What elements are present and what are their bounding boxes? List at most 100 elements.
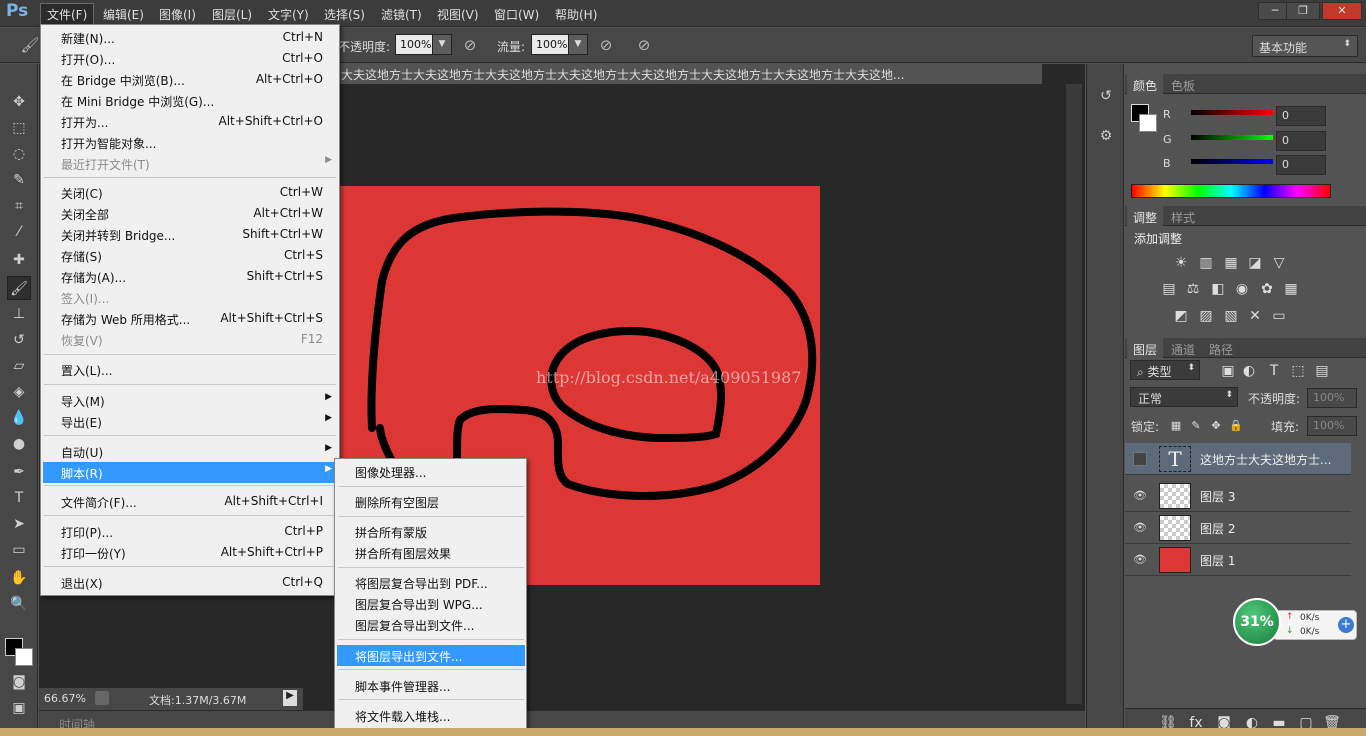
eyedropper-tool-icon[interactable]: ⁄ — [7, 220, 31, 244]
eye-icon[interactable]: 👁 — [1133, 489, 1147, 503]
lasso-tool-icon[interactable]: ◌ — [7, 142, 31, 166]
blur-tool-icon[interactable]: 💧 — [7, 406, 31, 430]
curves-icon[interactable]: ▦ — [1222, 254, 1240, 272]
photo-filter-icon[interactable]: ◉ — [1233, 280, 1251, 298]
background-color-swatch[interactable] — [15, 648, 33, 666]
marquee-tool-icon[interactable]: ⬚ — [7, 116, 31, 140]
eye-icon[interactable]: 👁 — [1133, 553, 1147, 567]
menu-window[interactable]: 窗口(W) — [488, 4, 545, 24]
file-menu-item[interactable]: 关闭(C) Ctrl+W — [43, 182, 338, 203]
pen-tool-icon[interactable]: ✒ — [7, 460, 31, 484]
file-menu-item[interactable]: 打印一份(Y) Alt+Shift+Ctrl+P — [43, 542, 338, 563]
layer-row[interactable]: 👁 图层 2 — [1125, 512, 1351, 544]
flow-input[interactable]: 100% — [531, 34, 569, 55]
opacity-dropdown-icon[interactable]: ▼ — [432, 34, 452, 55]
filter-adjustment-icon[interactable]: ◐ — [1240, 362, 1258, 380]
plus-icon[interactable]: + — [1338, 617, 1354, 633]
file-menu-item[interactable]: 打印(P)... Ctrl+P — [43, 521, 338, 542]
document-tab[interactable]: 大夫这地方士大夫这地方士大夫这地方士大夫这地方士大夫这地方士大夫这地方士大夫这地… — [339, 64, 1043, 84]
color-spectrum[interactable] — [1131, 184, 1331, 198]
gradient-map-icon[interactable]: ▭ — [1270, 307, 1288, 325]
tab-swatches[interactable]: 色板 — [1165, 76, 1201, 95]
hand-tool-icon[interactable]: ✋ — [7, 566, 31, 590]
paint-bucket-tool-icon[interactable]: ◈ — [7, 380, 31, 404]
color-lookup-icon[interactable]: ▦ — [1282, 280, 1300, 298]
invert-icon[interactable]: ◩ — [1172, 307, 1190, 325]
dodge-tool-icon[interactable]: ● — [7, 432, 31, 456]
properties-panel-icon[interactable]: ⚙ — [1096, 128, 1116, 148]
crop-tool-icon[interactable]: ⌗ — [7, 194, 31, 218]
file-menu-item[interactable]: 存储为 Web 所用格式... Alt+Shift+Ctrl+S — [43, 308, 338, 329]
doc-info-icon[interactable] — [95, 691, 109, 705]
green-slider[interactable]: G 0 — [1133, 131, 1363, 153]
menu-layer[interactable]: 图层(L) — [206, 4, 258, 24]
vertical-scrollbar[interactable] — [1066, 84, 1082, 704]
healing-tool-icon[interactable]: ✚ — [7, 248, 31, 272]
script-menu-item[interactable]: 图层复合导出到文件... — [337, 614, 525, 635]
tab-styles[interactable]: 样式 — [1165, 208, 1201, 227]
file-menu-item[interactable]: 退出(X) Ctrl+Q — [43, 572, 338, 593]
lock-transparency-icon[interactable]: ▦ — [1167, 417, 1185, 435]
restore-button[interactable]: ❐ — [1286, 2, 1320, 20]
workspace-select[interactable]: 基本功能 ⬍ — [1252, 35, 1358, 57]
blend-mode-select[interactable]: 正常 ⬍ — [1130, 387, 1238, 407]
green-value[interactable]: 0 — [1276, 131, 1326, 151]
type-tool-icon[interactable]: T — [7, 486, 31, 510]
layer-visibility-toggle[interactable] — [1133, 452, 1147, 466]
menu-view[interactable]: 视图(V) — [431, 4, 485, 24]
tab-color[interactable]: 颜色 — [1127, 74, 1164, 94]
script-menu-item[interactable]: 脚本事件管理器... — [337, 675, 525, 696]
filter-pixel-icon[interactable]: ▣ — [1219, 362, 1237, 380]
lock-position-icon[interactable]: ✥ — [1207, 417, 1225, 435]
file-menu-item[interactable]: 签入(I)... — [43, 287, 338, 308]
file-menu-item[interactable]: 最近打开文件(T) ▶ — [43, 153, 338, 174]
black-white-icon[interactable]: ◧ — [1209, 280, 1227, 298]
file-menu-item[interactable]: 置入(L)... — [43, 359, 338, 380]
status-arrow-icon[interactable]: ▶ — [283, 690, 297, 706]
opacity-input[interactable]: 100% — [395, 34, 433, 55]
selective-color-icon[interactable]: ✕ — [1246, 307, 1264, 325]
path-select-tool-icon[interactable]: ➤ — [7, 512, 31, 536]
brightness-icon[interactable]: ☀ — [1172, 254, 1190, 272]
red-slider[interactable]: R 0 — [1133, 106, 1363, 128]
tab-channels[interactable]: 通道 — [1165, 340, 1201, 359]
close-button[interactable]: ✕ — [1322, 2, 1362, 20]
file-menu-item[interactable]: 恢复(V) F12 — [43, 329, 338, 350]
pressure-opacity-icon[interactable]: ⊘ — [460, 36, 480, 56]
layer-row[interactable]: T 这地方士大夫这地方士... — [1125, 443, 1351, 475]
network-speed-widget[interactable]: ↑ 0K/s ↓ 0K/s + 31% — [1233, 598, 1359, 646]
file-menu-item[interactable]: 存储为(A)... Shift+Ctrl+S — [43, 266, 338, 287]
script-menu-item[interactable]: 将图层导出到文件... — [337, 645, 525, 666]
levels-icon[interactable]: ▥ — [1197, 254, 1215, 272]
filter-type-icon[interactable]: T — [1265, 362, 1283, 380]
menu-type[interactable]: 文字(Y) — [262, 4, 315, 24]
zoom-tool-icon[interactable]: 🔍 — [7, 592, 31, 616]
red-value[interactable]: 0 — [1276, 106, 1326, 126]
eraser-tool-icon[interactable]: ▱ — [7, 354, 31, 378]
file-menu-item[interactable]: 导出(E) ▶ — [43, 411, 338, 432]
blue-value[interactable]: 0 — [1276, 155, 1326, 175]
script-menu-item[interactable]: 将图层复合导出到 PDF... — [337, 572, 525, 593]
blue-slider[interactable]: B 0 — [1133, 155, 1363, 177]
hue-saturation-icon[interactable]: ▤ — [1160, 280, 1178, 298]
script-menu-item[interactable]: 图像处理器... — [337, 461, 525, 482]
file-menu-item[interactable]: 存储(S) Ctrl+S — [43, 245, 338, 266]
file-menu-item[interactable]: 脚本(R) ▶ — [43, 462, 338, 483]
shape-tool-icon[interactable]: ▭ — [7, 538, 31, 562]
posterize-icon[interactable]: ▨ — [1197, 307, 1215, 325]
history-brush-tool-icon[interactable]: ↺ — [7, 328, 31, 352]
script-menu-item[interactable]: 拼合所有蒙版 — [337, 521, 525, 542]
file-menu-item[interactable]: 关闭并转到 Bridge... Shift+Ctrl+W — [43, 224, 338, 245]
color-balance-icon[interactable]: ⚖ — [1184, 280, 1202, 298]
flow-dropdown-icon[interactable]: ▼ — [568, 34, 588, 55]
airbrush-icon[interactable]: ⊘ — [596, 36, 616, 56]
screen-mode-icon[interactable]: ▣ — [7, 696, 31, 720]
quick-mask-icon[interactable]: ◙ — [7, 670, 31, 694]
eye-icon[interactable]: 👁 — [1133, 521, 1147, 535]
menu-select[interactable]: 选择(S) — [318, 4, 371, 24]
brush-tool-icon[interactable]: 🖌 — [7, 276, 31, 300]
file-menu-item[interactable]: 关闭全部 Alt+Ctrl+W — [43, 203, 338, 224]
file-menu-item[interactable]: 导入(M) ▶ — [43, 390, 338, 411]
menu-filter[interactable]: 滤镜(T) — [375, 4, 428, 24]
brush-preset-icon[interactable]: 🖌 — [20, 36, 40, 56]
